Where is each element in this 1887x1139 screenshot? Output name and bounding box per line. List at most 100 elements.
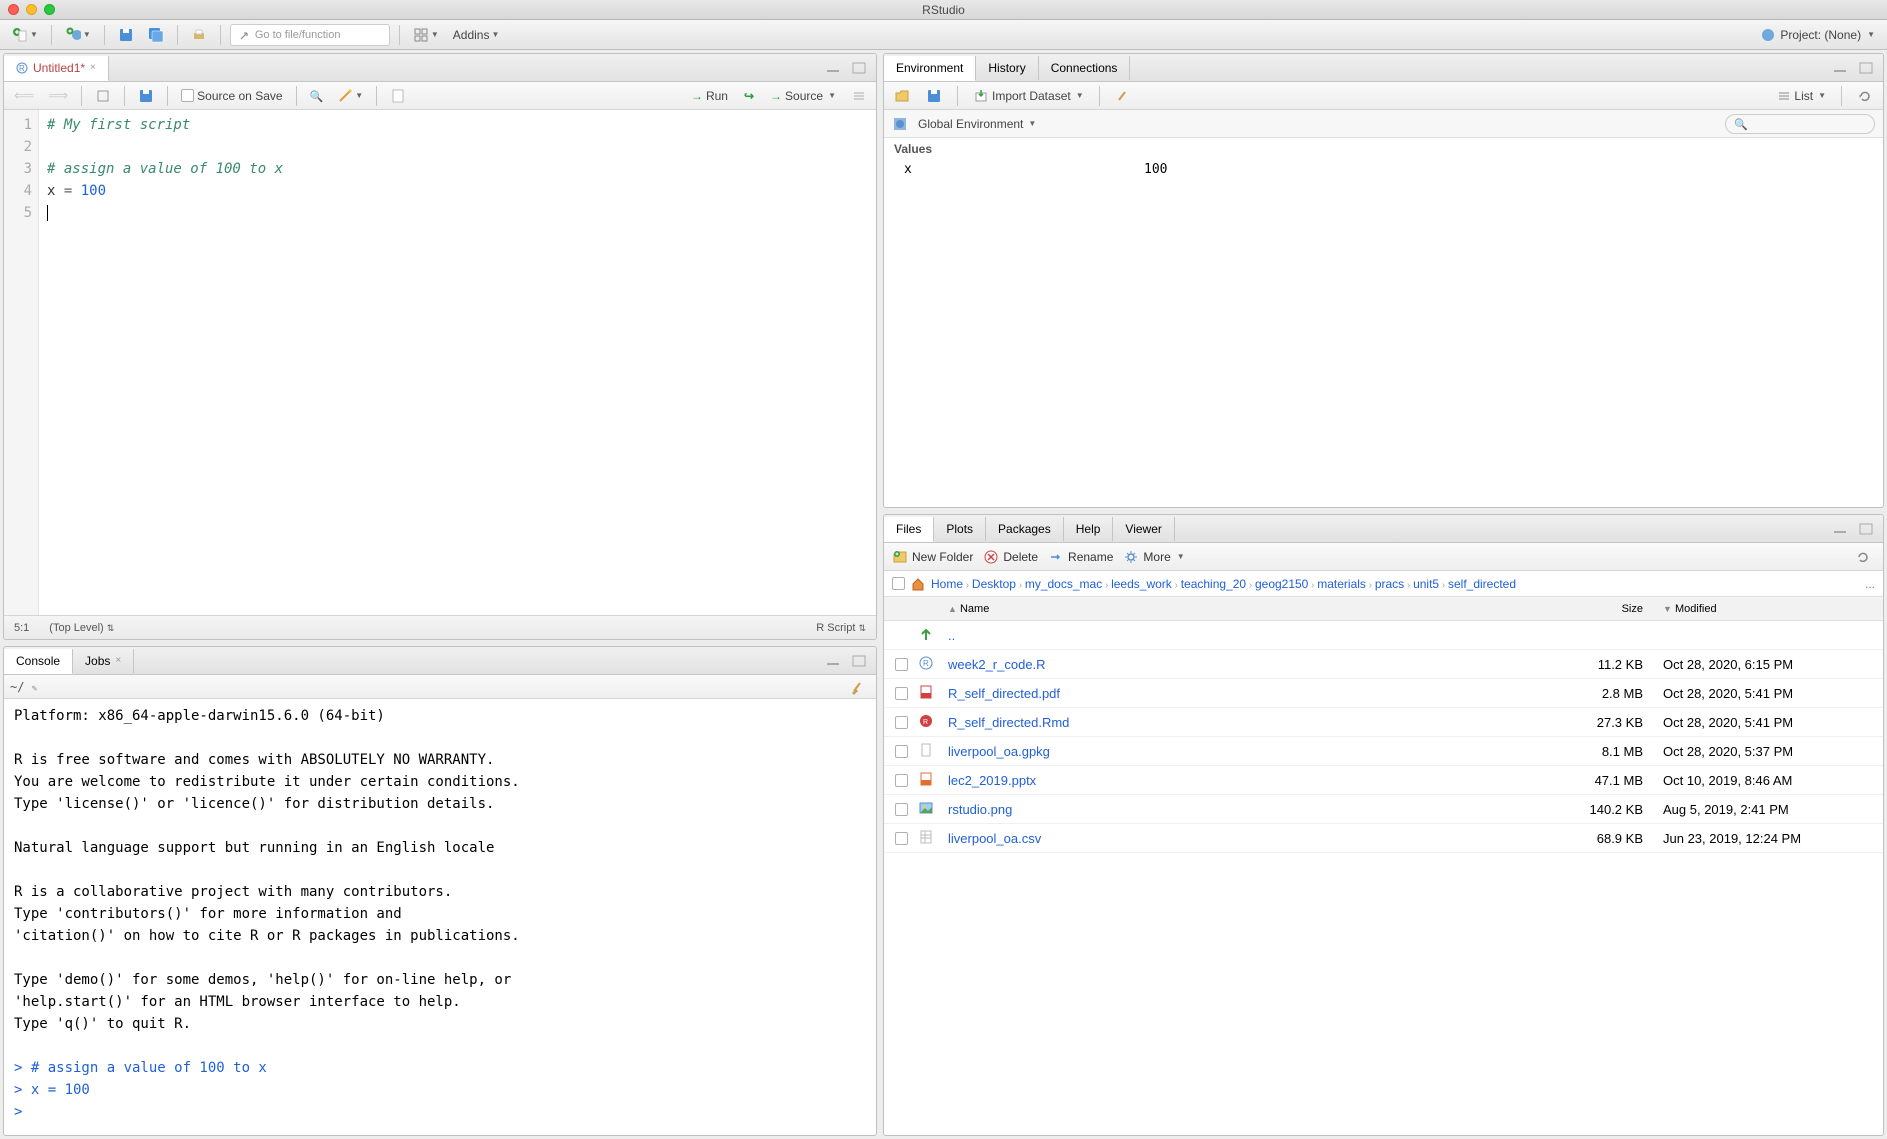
env-view-list-dropdown[interactable]: List ▼: [1773, 87, 1830, 105]
file-checkbox[interactable]: [895, 832, 908, 845]
code-editor[interactable]: 12345 # My first script # assign a value…: [4, 110, 876, 615]
file-row[interactable]: lec2_2019.pptx47.1 MBOct 10, 2019, 8:46 …: [884, 766, 1883, 795]
code-content[interactable]: # My first script # assign a value of 10…: [39, 110, 876, 615]
new-project-button[interactable]: ▼: [61, 25, 95, 45]
file-row[interactable]: RR_self_directed.Rmd27.3 KBOct 28, 2020,…: [884, 708, 1883, 737]
rerun-button[interactable]: ↪: [740, 87, 758, 105]
maximize-pane-icon[interactable]: [848, 60, 870, 76]
file-name[interactable]: week2_r_code.R: [948, 657, 1046, 672]
env-scope-dropdown[interactable]: Global Environment ▼: [914, 115, 1040, 133]
console-tab[interactable]: Console: [4, 649, 73, 674]
file-checkbox[interactable]: [895, 716, 908, 729]
parent-dir-row[interactable]: ..: [884, 621, 1883, 650]
close-tab-button[interactable]: ×: [90, 62, 96, 73]
breadcrumb-segment[interactable]: self_directed: [1448, 577, 1516, 591]
file-row[interactable]: Rweek2_r_code.R11.2 KBOct 28, 2020, 6:15…: [884, 650, 1883, 679]
compile-report-button[interactable]: [386, 86, 410, 106]
load-workspace-button[interactable]: [890, 86, 914, 106]
language-indicator[interactable]: R Script ⇅: [816, 622, 866, 634]
run-button[interactable]: →Run: [687, 87, 732, 105]
breadcrumb-more[interactable]: ...: [1865, 577, 1875, 591]
breadcrumb-segment[interactable]: leeds_work: [1111, 577, 1172, 591]
col-modified-header[interactable]: Modified: [1675, 603, 1717, 615]
view-panes-button[interactable]: ▼: [409, 25, 443, 45]
save-button[interactable]: [114, 25, 138, 45]
history-tab[interactable]: History: [976, 56, 1038, 80]
scope-indicator[interactable]: (Top Level) ⇅: [49, 622, 114, 634]
clear-objects-button[interactable]: [1111, 86, 1135, 106]
nav-forward-button[interactable]: ⟹: [44, 85, 72, 106]
jobs-tab[interactable]: Jobs ×: [73, 649, 134, 673]
minimize-files-icon[interactable]: [1829, 521, 1851, 537]
close-window-button[interactable]: [8, 4, 19, 15]
select-all-checkbox[interactable]: [892, 577, 905, 590]
more-dropdown[interactable]: More ▼: [1123, 549, 1184, 565]
show-in-new-window-button[interactable]: [91, 86, 115, 106]
print-button[interactable]: [187, 25, 211, 45]
source-tab[interactable]: R Untitled1* ×: [4, 56, 109, 81]
save-source-button[interactable]: [134, 86, 158, 106]
import-dataset-dropdown[interactable]: Import Dataset ▼: [969, 86, 1088, 106]
project-menu[interactable]: Project: (None) ▼: [1756, 25, 1879, 45]
file-name[interactable]: lec2_2019.pptx: [948, 773, 1036, 788]
file-checkbox[interactable]: [895, 803, 908, 816]
source-on-save-checkbox[interactable]: Source on Save: [177, 87, 286, 105]
jobs-close-icon[interactable]: ×: [115, 655, 121, 666]
breadcrumb-segment[interactable]: teaching_20: [1181, 577, 1246, 591]
files-tab[interactable]: Files: [884, 517, 934, 542]
env-search-input[interactable]: [1725, 114, 1875, 134]
breadcrumb-segment[interactable]: unit5: [1413, 577, 1439, 591]
nav-back-button[interactable]: ⟸: [10, 85, 38, 106]
file-row[interactable]: rstudio.png140.2 KBAug 5, 2019, 2:41 PM: [884, 795, 1883, 824]
connections-tab[interactable]: Connections: [1039, 56, 1131, 80]
minimize-env-icon[interactable]: [1829, 60, 1851, 76]
minimize-console-icon[interactable]: [822, 653, 844, 669]
file-name[interactable]: R_self_directed.Rmd: [948, 715, 1069, 730]
file-name[interactable]: R_self_directed.pdf: [948, 686, 1060, 701]
minimize-pane-icon[interactable]: [822, 60, 844, 76]
packages-tab[interactable]: Packages: [986, 517, 1064, 541]
file-checkbox[interactable]: [895, 774, 908, 787]
file-checkbox[interactable]: [895, 745, 908, 758]
breadcrumb-segment[interactable]: my_docs_mac: [1025, 577, 1102, 591]
addins-dropdown[interactable]: Addins ▼: [449, 26, 504, 44]
maximize-console-icon[interactable]: [848, 653, 870, 669]
col-size-header[interactable]: Size: [1622, 603, 1643, 615]
goto-file-function-input[interactable]: Go to file/function: [230, 24, 390, 46]
file-name[interactable]: liverpool_oa.gpkg: [948, 744, 1050, 759]
file-name[interactable]: rstudio.png: [948, 802, 1012, 817]
breadcrumb-segment[interactable]: geog2150: [1255, 577, 1308, 591]
find-replace-button[interactable]: [306, 87, 328, 105]
save-all-button[interactable]: [144, 25, 168, 45]
breadcrumb-segment[interactable]: Home: [931, 577, 963, 591]
file-name[interactable]: liverpool_oa.csv: [948, 831, 1041, 846]
refresh-files-button[interactable]: [1851, 547, 1875, 567]
viewer-tab[interactable]: Viewer: [1113, 517, 1174, 541]
source-dropdown-button[interactable]: →Source▼: [766, 87, 840, 105]
minimize-window-button[interactable]: [26, 4, 37, 15]
file-row[interactable]: R_self_directed.pdf2.8 MBOct 28, 2020, 5…: [884, 679, 1883, 708]
console-output[interactable]: Platform: x86_64-apple-darwin15.6.0 (64-…: [4, 699, 876, 1135]
delete-button[interactable]: Delete: [983, 549, 1038, 565]
breadcrumb-segment[interactable]: pracs: [1375, 577, 1404, 591]
col-name-header[interactable]: Name: [960, 603, 989, 615]
plots-tab[interactable]: Plots: [934, 517, 986, 541]
clear-console-button[interactable]: [846, 677, 870, 697]
new-file-button[interactable]: ▼: [8, 25, 42, 45]
new-folder-button[interactable]: New Folder: [892, 549, 973, 565]
rename-button[interactable]: Rename: [1048, 549, 1113, 565]
breadcrumb-segment[interactable]: Desktop: [972, 577, 1016, 591]
env-variable-row[interactable]: x100: [884, 160, 1883, 179]
maximize-window-button[interactable]: [44, 4, 55, 15]
breadcrumb-segment[interactable]: materials: [1317, 577, 1366, 591]
console-working-dir[interactable]: ~/ ✎: [10, 680, 37, 694]
file-checkbox[interactable]: [895, 658, 908, 671]
file-checkbox[interactable]: [895, 687, 908, 700]
maximize-files-icon[interactable]: [1855, 521, 1877, 537]
file-row[interactable]: liverpool_oa.gpkg8.1 MBOct 28, 2020, 5:3…: [884, 737, 1883, 766]
outline-toggle-button[interactable]: [848, 87, 870, 105]
save-workspace-button[interactable]: [922, 86, 946, 106]
code-tools-button[interactable]: ▼: [333, 86, 367, 106]
refresh-env-button[interactable]: [1853, 86, 1877, 106]
file-row[interactable]: liverpool_oa.csv68.9 KBJun 23, 2019, 12:…: [884, 824, 1883, 853]
